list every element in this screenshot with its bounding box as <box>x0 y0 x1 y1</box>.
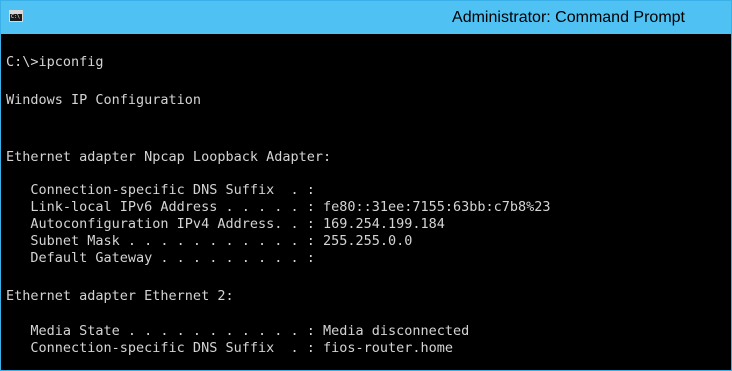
output-line-media-state: Media State . . . . . . . . . . . : Medi… <box>6 323 470 339</box>
output-line-dns-suffix-2: Connection-specific DNS Suffix . : fios-… <box>6 340 454 356</box>
output-line-subnet: Subnet Mask . . . . . . . . . . . : 255.… <box>6 233 413 249</box>
output-line-ipv6: Link-local IPv6 Address . . . . . : fe80… <box>6 199 551 215</box>
output-line-ipv4: Autoconfiguration IPv4 Address. . : 169.… <box>6 216 445 232</box>
command-prompt-window: Administrator: Command Prompt C:\>ipconf… <box>0 0 732 371</box>
window-title: Administrator: Command Prompt <box>452 9 685 26</box>
output-line-dns-suffix: Connection-specific DNS Suffix . : <box>6 182 315 198</box>
console-output[interactable]: C:\>ipconfig Windows IP Configuration Et… <box>1 34 731 370</box>
adapter-heading-ethernet2: Ethernet adapter Ethernet 2: <box>6 288 234 304</box>
adapter-heading-npcap: Ethernet adapter Npcap Loopback Adapter: <box>6 149 332 165</box>
command-prompt-line: C:\>ipconfig <box>6 54 104 70</box>
output-heading: Windows IP Configuration <box>6 92 202 108</box>
output-line-gateway: Default Gateway . . . . . . . . . : <box>6 250 315 266</box>
title-bar[interactable]: Administrator: Command Prompt <box>1 1 731 34</box>
